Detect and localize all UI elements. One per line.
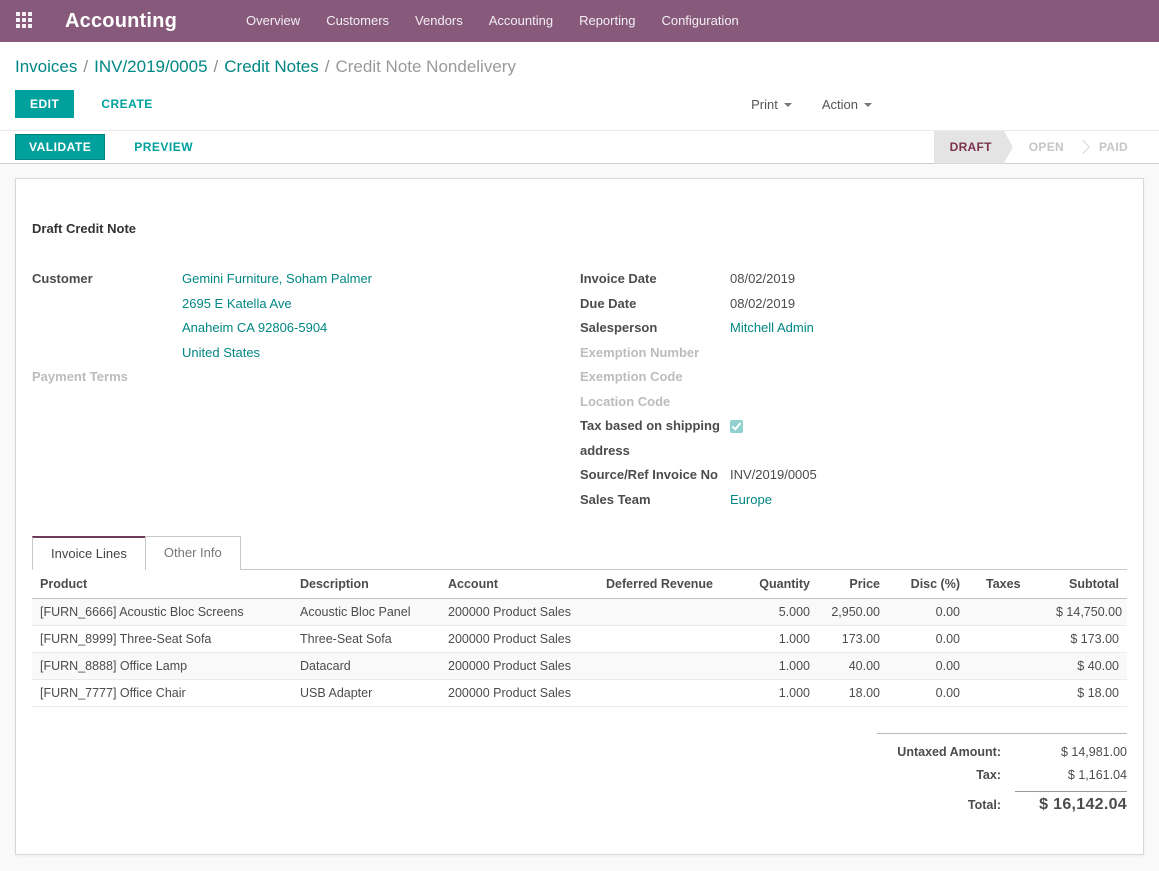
caret-down-icon [864, 103, 872, 107]
customer-value: Gemini Furniture, Soham Palmer 2695 E Ka… [182, 267, 372, 365]
exemption-number-label: Exemption Number [580, 341, 730, 366]
due-date-label: Due Date [580, 292, 730, 317]
col-price: Price [818, 570, 888, 599]
sales-team-link[interactable]: Europe [730, 488, 772, 513]
untaxed-amount-label: Untaxed Amount: [897, 745, 1001, 759]
print-dropdown[interactable]: Print [751, 97, 792, 112]
control-panel: Invoices / INV/2019/0005 / Credit Notes / Cred… [0, 42, 1159, 164]
status-pipeline: DRAFT OPEN PAID [934, 131, 1144, 164]
col-description: Description [292, 570, 440, 599]
col-subtotal: Subtotal [1048, 570, 1127, 599]
menu-item-vendors[interactable]: Vendors [402, 0, 476, 42]
col-deferred-revenue: Deferred Revenue [598, 570, 718, 599]
col-product: Product [32, 570, 292, 599]
exemption-code-label: Exemption Code [580, 365, 730, 390]
breadcrumb: Invoices / INV/2019/0005 / Credit Notes / Cred… [15, 55, 1144, 79]
breadcrumb-separator: / [83, 57, 88, 76]
form-fields: Customer Gemini Furniture, Soham Palmer … [32, 267, 1127, 512]
tab-invoice-lines[interactable]: Invoice Lines [32, 536, 146, 570]
untaxed-amount-value: $ 14,981.00 [1015, 745, 1127, 759]
caret-down-icon [784, 103, 792, 107]
apps-grid-icon[interactable] [16, 12, 34, 30]
payment-terms-label: Payment Terms [32, 365, 182, 390]
breadcrumb-separator: / [214, 57, 219, 76]
tab-other-info[interactable]: Other Info [145, 536, 241, 570]
breadcrumb-current: Credit Note Nondelivery [335, 57, 515, 76]
edit-button[interactable]: EDIT [15, 90, 74, 118]
customer-address-street: 2695 E Katella Ave [182, 292, 372, 317]
top-navbar: Accounting Overview Customers Vendors Ac… [0, 0, 1159, 42]
col-taxes: Taxes [968, 570, 1048, 599]
invoice-line-row[interactable]: [FURN_8888] Office Lamp Datacard 200000 … [32, 653, 1127, 680]
credit-note-sheet: Draft Credit Note Customer Gemini Furnit… [15, 178, 1144, 855]
salesperson-link[interactable]: Mitchell Admin [730, 316, 814, 341]
menu-item-customers[interactable]: Customers [313, 0, 402, 42]
sales-team-label: Sales Team [580, 488, 730, 513]
status-stage-paid[interactable]: PAID [1083, 131, 1144, 164]
col-disc: Disc (%) [888, 570, 968, 599]
status-stage-open[interactable]: OPEN [1013, 131, 1080, 164]
preview-button[interactable]: PREVIEW [128, 139, 199, 155]
content-area: Draft Credit Note Customer Gemini Furnit… [0, 164, 1159, 871]
invoice-line-row[interactable]: [FURN_8999] Three-Seat Sofa Three-Seat S… [32, 626, 1127, 653]
menu-item-reporting[interactable]: Reporting [566, 0, 648, 42]
invoice-line-row[interactable]: [FURN_6666] Acoustic Bloc Screens Acoust… [32, 599, 1127, 626]
total-label: Total: [968, 798, 1001, 812]
source-ref-invoice-label: Source/Ref Invoice No [580, 463, 730, 488]
navbar-menu: Overview Customers Vendors Accounting Re… [233, 0, 752, 42]
tax-shipping-address-checkbox[interactable] [730, 420, 743, 433]
totals-block: Untaxed Amount: $ 14,981.00 Tax: $ 1,161… [877, 733, 1127, 814]
tax-shipping-address-label: Tax based on shipping address [580, 414, 730, 463]
menu-item-configuration[interactable]: Configuration [648, 0, 751, 42]
tax-value: $ 1,161.04 [1015, 768, 1127, 782]
action-dropdown[interactable]: Action [822, 97, 872, 112]
app-title[interactable]: Accounting [65, 10, 177, 33]
validate-button[interactable]: VALIDATE [15, 134, 105, 160]
menu-item-overview[interactable]: Overview [233, 0, 313, 42]
statusbar-row: VALIDATE PREVIEW DRAFT OPEN PAID [0, 130, 1159, 164]
invoice-line-row[interactable]: [FURN_7777] Office Chair USB Adapter 200… [32, 680, 1127, 707]
breadcrumb-separator: / [325, 57, 330, 76]
action-dropdowns: Print Action [751, 97, 872, 112]
col-quantity: Quantity [718, 570, 818, 599]
customer-link[interactable]: Gemini Furniture, Soham Palmer [182, 267, 372, 292]
breadcrumb-invoice-number[interactable]: INV/2019/0005 [94, 57, 207, 76]
salesperson-label: Salesperson [580, 316, 730, 341]
breadcrumb-invoices[interactable]: Invoices [15, 57, 77, 76]
tax-label: Tax: [976, 768, 1001, 782]
location-code-label: Location Code [580, 390, 730, 415]
notebook-tabs: Invoice Lines Other Info [32, 536, 1127, 570]
table-header-row: Product Description Account Deferred Rev… [32, 570, 1127, 599]
invoice-lines-table: Product Description Account Deferred Rev… [32, 570, 1127, 707]
customer-address-city: Anaheim CA 92806-5904 [182, 316, 372, 341]
customer-address-country: United States [182, 341, 372, 366]
invoice-date-label: Invoice Date [580, 267, 730, 292]
col-account: Account [440, 570, 598, 599]
invoice-date-value: 08/02/2019 [730, 267, 795, 292]
due-date-value: 08/02/2019 [730, 292, 795, 317]
customer-label: Customer [32, 267, 182, 365]
document-title: Draft Credit Note [32, 221, 1127, 236]
menu-item-accounting[interactable]: Accounting [476, 0, 566, 42]
source-ref-invoice-value: INV/2019/0005 [730, 463, 817, 488]
create-button[interactable]: CREATE [95, 96, 158, 112]
total-value: $ 16,142.04 [1015, 791, 1127, 814]
status-stage-draft[interactable]: DRAFT [934, 131, 1013, 164]
breadcrumb-credit-notes[interactable]: Credit Notes [224, 57, 318, 76]
